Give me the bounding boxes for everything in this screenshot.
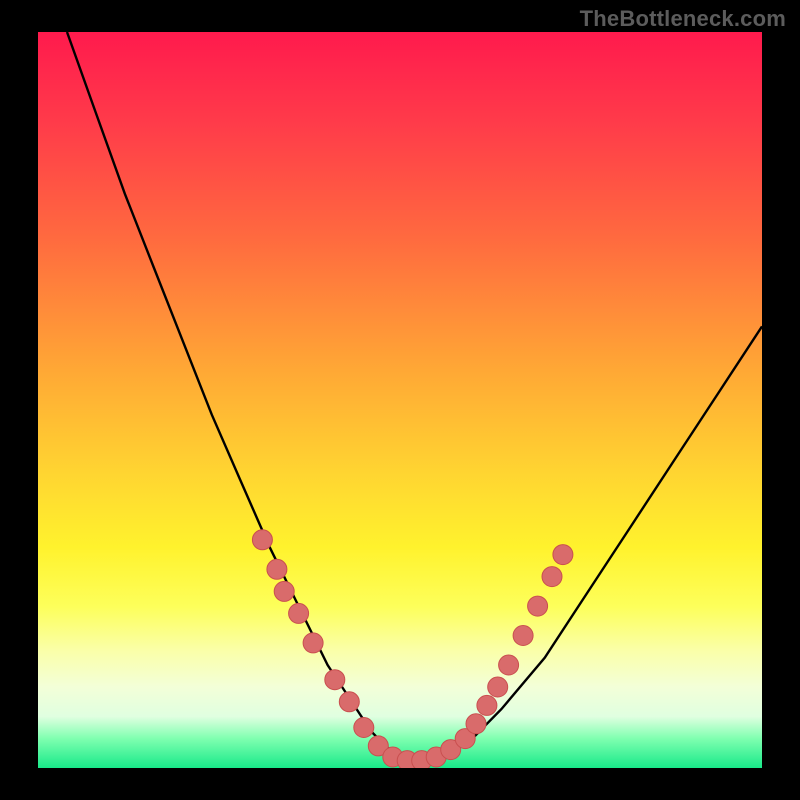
- marker-dot: [426, 747, 446, 767]
- curve-layer: [38, 32, 762, 768]
- marker-dot: [412, 751, 432, 768]
- marker-dot: [477, 695, 497, 715]
- marker-dot: [488, 677, 508, 697]
- marker-dot: [354, 718, 374, 738]
- marker-dot: [339, 692, 359, 712]
- marker-dot: [368, 736, 388, 756]
- marker-dot: [513, 626, 533, 646]
- marker-dot: [528, 596, 548, 616]
- marker-dot: [267, 559, 287, 579]
- marker-dot: [499, 655, 519, 675]
- marker-dot: [274, 581, 294, 601]
- marker-dot: [383, 747, 403, 767]
- marker-dot: [289, 603, 309, 623]
- plot-area: [38, 32, 762, 768]
- watermark-text: TheBottleneck.com: [580, 6, 786, 32]
- marker-dot: [542, 567, 562, 587]
- marker-dot: [455, 729, 475, 749]
- marker-dot: [303, 633, 323, 653]
- marker-dot: [397, 751, 417, 768]
- marker-dot: [441, 740, 461, 760]
- marker-dot: [325, 670, 345, 690]
- bottleneck-curve: [67, 32, 762, 761]
- marker-dot: [252, 530, 272, 550]
- marker-dot: [466, 714, 486, 734]
- marker-dot: [553, 545, 573, 565]
- chart-frame: TheBottleneck.com: [0, 0, 800, 800]
- curve-markers: [252, 530, 573, 768]
